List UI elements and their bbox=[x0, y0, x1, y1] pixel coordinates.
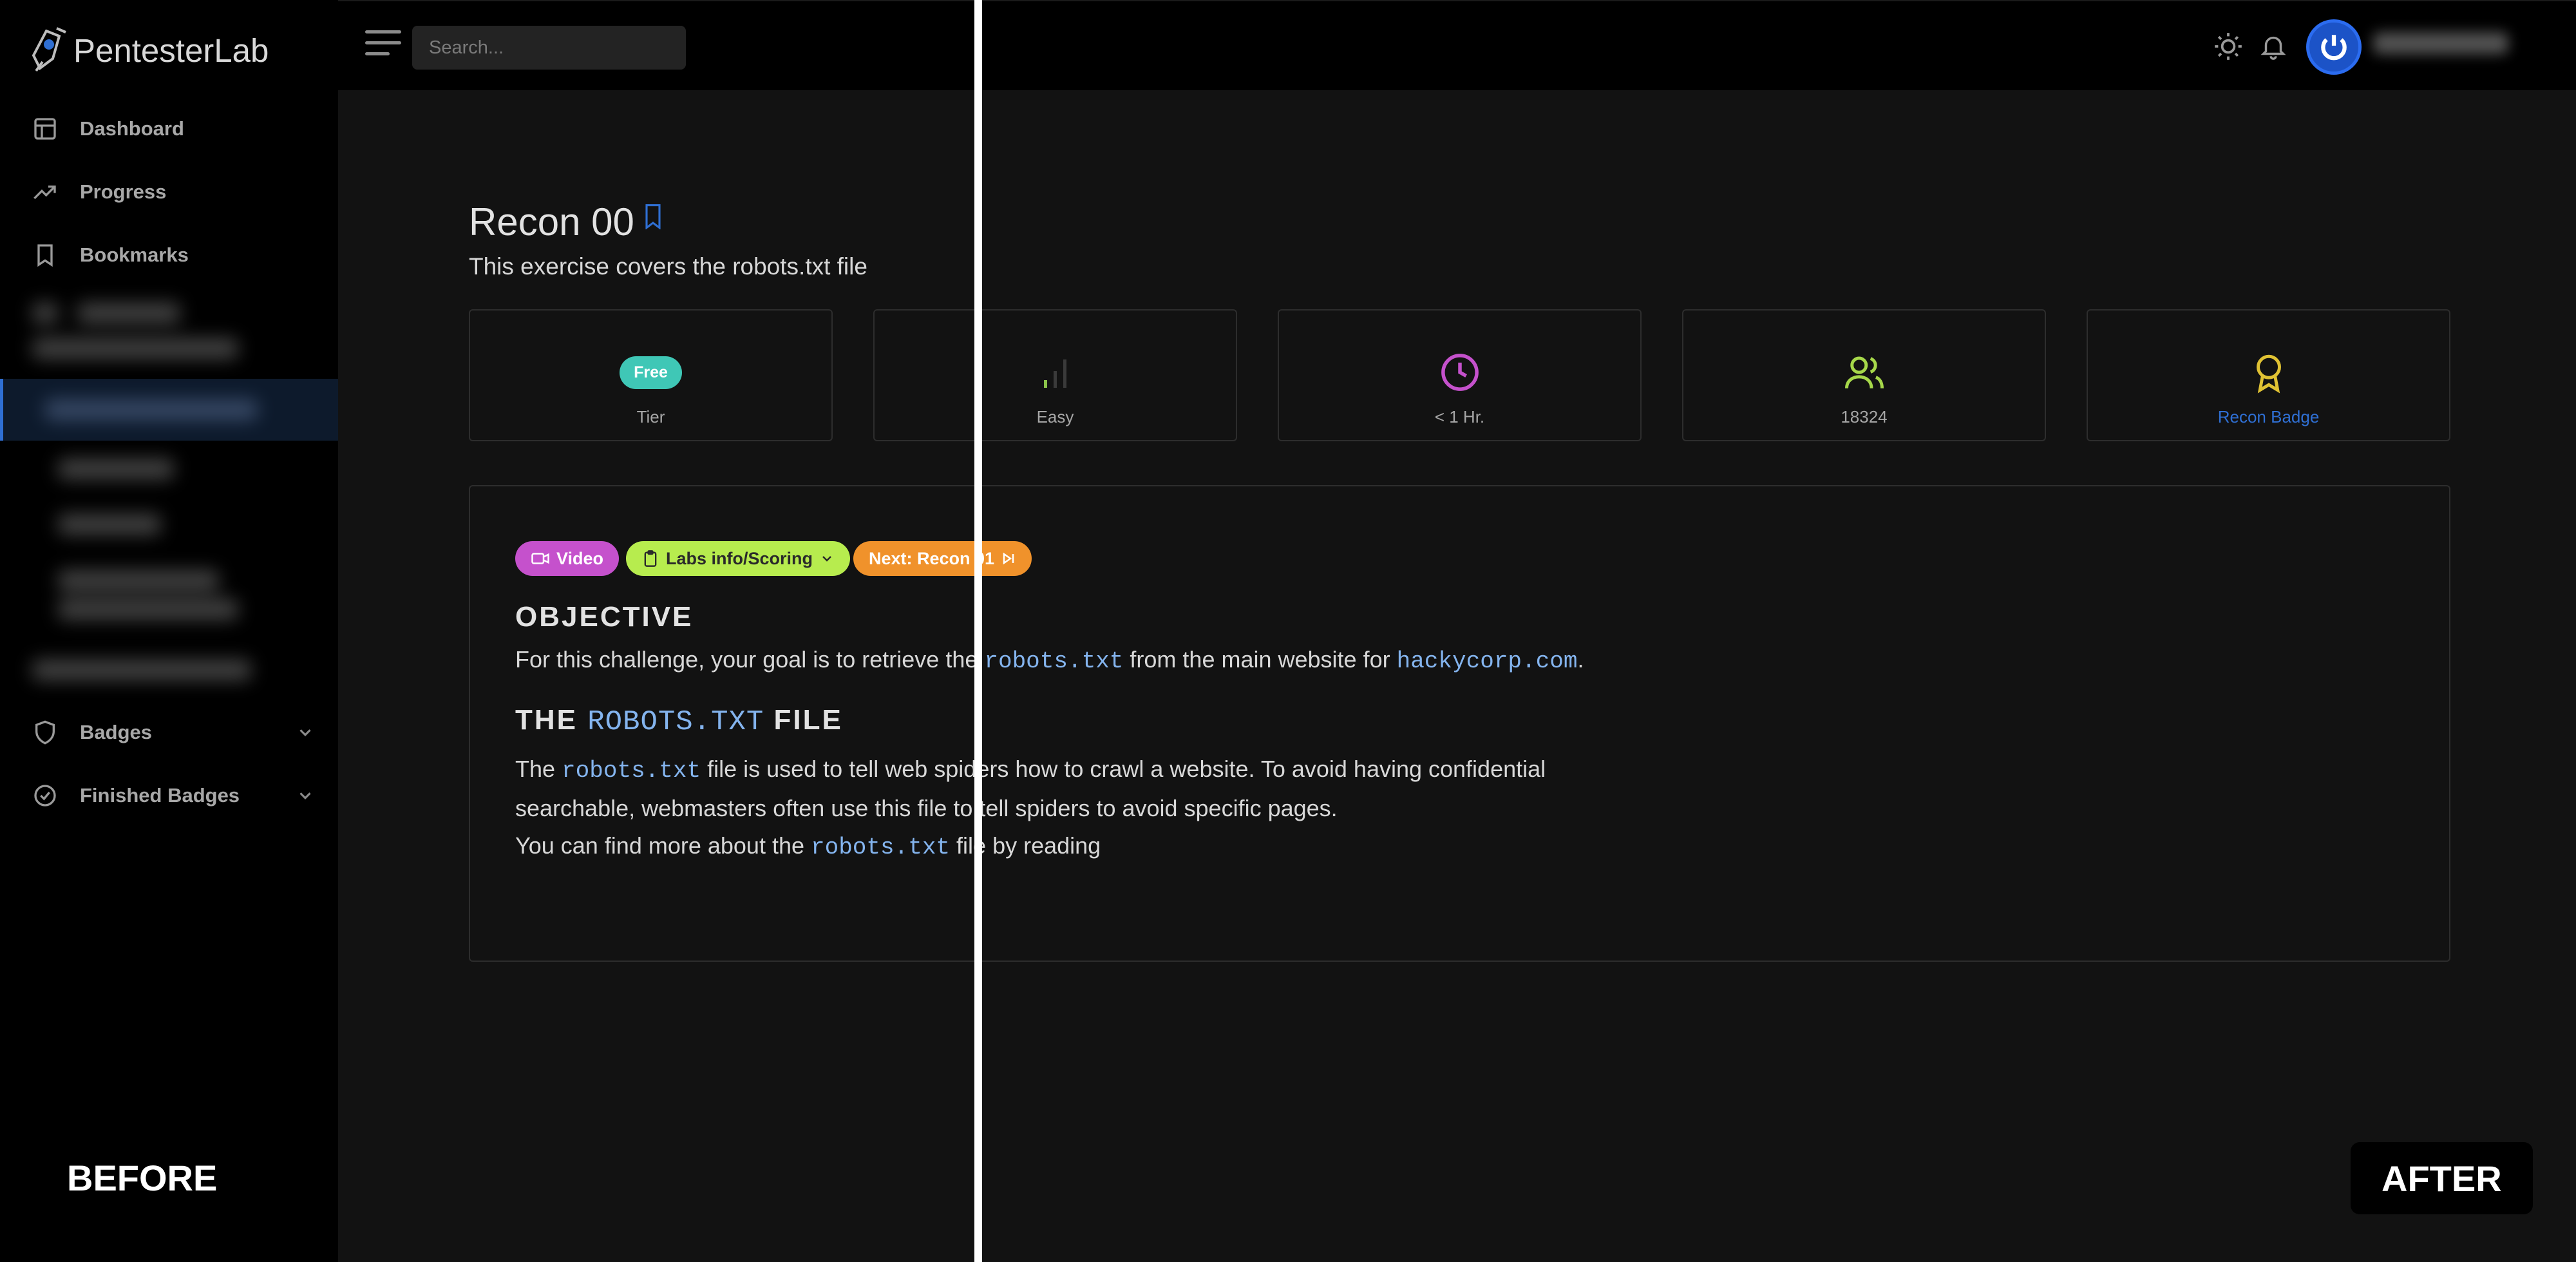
before-label: BEFORE bbox=[67, 1157, 218, 1198]
bell-icon[interactable] bbox=[2259, 30, 2288, 62]
chevron-down-icon[interactable] bbox=[296, 786, 315, 805]
sidebar-item-bookmarks[interactable]: Bookmarks bbox=[0, 226, 338, 284]
labs-info-label: Labs info/Scoring bbox=[666, 548, 813, 568]
clock-icon bbox=[1441, 354, 1479, 391]
difficulty-bars-icon bbox=[1043, 359, 1066, 388]
difficulty-card: Easy bbox=[873, 309, 1237, 441]
dashboard-icon bbox=[32, 116, 58, 142]
top-bar bbox=[338, 0, 2576, 90]
sidebar-item-label: Progress bbox=[80, 180, 167, 203]
after-label: AFTER bbox=[2351, 1142, 2533, 1214]
pentesterlab-logo-icon bbox=[32, 27, 66, 72]
next-exercise-button[interactable]: Next: Recon 01 bbox=[853, 541, 1032, 576]
logo[interactable]: PentesterLab bbox=[27, 23, 269, 77]
labs-info-dropdown[interactable]: Labs info/Scoring bbox=[626, 541, 851, 576]
sidebar-item-finished-badges[interactable]: Finished Badges bbox=[0, 767, 338, 825]
sidebar-item-label: Bookmarks bbox=[80, 244, 189, 266]
objective-text: For this challenge, your goal is to retr… bbox=[515, 646, 1584, 674]
shield-icon bbox=[32, 720, 58, 745]
menu-icon[interactable] bbox=[365, 30, 401, 59]
tier-label: Tier bbox=[636, 407, 665, 426]
video-camera-icon bbox=[531, 553, 549, 564]
power-icon bbox=[2321, 35, 2347, 61]
sidebar-item-badges[interactable]: Badges bbox=[0, 703, 338, 761]
exercise-details-card: Video Labs info/Scoring Next: Recon 01 O… bbox=[469, 485, 2450, 962]
bookmark-icon[interactable] bbox=[643, 204, 663, 229]
difficulty-label: Easy bbox=[1036, 407, 1074, 426]
chevron-down-icon[interactable] bbox=[296, 723, 315, 742]
video-button-label: Video bbox=[556, 548, 604, 568]
bookmark-icon bbox=[32, 242, 58, 268]
award-icon bbox=[2256, 354, 2281, 394]
search-input[interactable] bbox=[412, 26, 686, 70]
robots-heading: THE ROBOTS.TXT FILE bbox=[515, 704, 843, 738]
sidebar-item-label: Dashboard bbox=[80, 117, 184, 140]
page-title: Recon 00 bbox=[469, 200, 634, 244]
tier-badge: Free bbox=[620, 356, 682, 389]
tier-card: Free Tier bbox=[469, 309, 833, 441]
students-card: 18324 bbox=[1682, 309, 2046, 441]
duration-card: < 1 Hr. bbox=[1278, 309, 1642, 441]
title-row: Recon 00 bbox=[469, 200, 663, 244]
video-button[interactable]: Video bbox=[515, 541, 620, 576]
comparison-divider[interactable] bbox=[974, 0, 982, 1262]
redacted-username[interactable] bbox=[2373, 32, 2508, 58]
skip-forward-icon bbox=[1003, 552, 1014, 565]
app-name: PentesterLab bbox=[73, 32, 269, 69]
page-subtitle: This exercise covers the robots.txt file bbox=[469, 253, 867, 280]
chevron-down-icon bbox=[822, 556, 831, 562]
robots-text: The robots.txt file is used to tell web … bbox=[515, 756, 1546, 861]
main-content: Recon 00 This exercise covers the robots… bbox=[338, 90, 2576, 1262]
sidebar-item-label: Finished Badges bbox=[80, 784, 240, 807]
trending-up-icon bbox=[32, 179, 58, 205]
sidebar-item-label: Badges bbox=[80, 721, 152, 743]
students-count: 18324 bbox=[1841, 407, 1888, 426]
sidebar: PentesterLab Dashboard Progress Bookmark… bbox=[0, 0, 338, 1262]
objective-heading: OBJECTIVE bbox=[515, 601, 694, 633]
badge-card[interactable]: Recon Badge bbox=[2087, 309, 2450, 441]
duration-label: < 1 Hr. bbox=[1434, 407, 1485, 426]
avatar[interactable] bbox=[2306, 19, 2362, 75]
badge-link[interactable]: Recon Badge bbox=[2088, 407, 2449, 427]
sidebar-item-dashboard[interactable]: Dashboard bbox=[0, 100, 338, 158]
check-circle-icon bbox=[32, 783, 58, 808]
sun-icon[interactable] bbox=[2212, 30, 2244, 62]
sidebar-item-progress[interactable]: Progress bbox=[0, 163, 338, 221]
users-icon bbox=[1844, 356, 1884, 388]
clipboard-icon bbox=[644, 550, 657, 567]
